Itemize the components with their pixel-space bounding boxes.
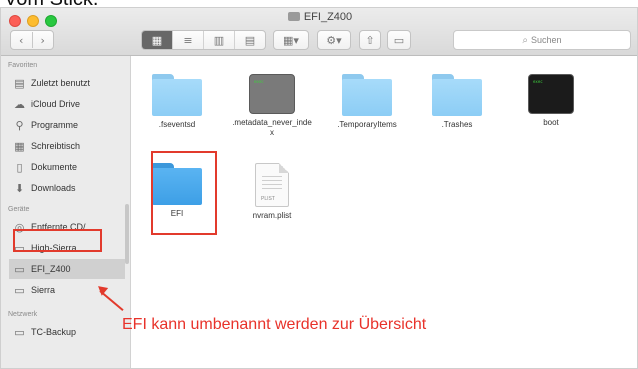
grid-icon: ▦	[151, 33, 163, 47]
file-item[interactable]: PLIST nvram.plist	[231, 163, 313, 221]
highlight-box-sidebar	[13, 229, 102, 252]
file-item[interactable]: .Trashes	[416, 74, 498, 130]
drive-icon	[287, 12, 300, 21]
drive-icon: ▭	[14, 283, 25, 297]
search-placeholder: Suchen	[531, 35, 562, 45]
file-item[interactable]: .fseventsd	[136, 74, 218, 130]
sidebar-item-tc-backup[interactable]: ▭ TC-Backup	[13, 322, 127, 342]
sidebar: Favoriten ▤ Zuletzt benutzt ☁ iCloud Dri…	[1, 56, 131, 368]
sidebar-item-recent[interactable]: ▤ Zuletzt benutzt	[13, 73, 127, 93]
action-button[interactable]: ⚙▾	[317, 30, 351, 50]
sidebar-section-favorites: Favoriten	[8, 62, 38, 69]
desktop-icon: ▦	[14, 139, 25, 153]
list-icon: ≡	[183, 33, 193, 47]
list-view-button[interactable]: ≡	[173, 31, 204, 49]
sidebar-item-efi-z400[interactable]: ▭ EFI_Z400	[9, 259, 125, 279]
sidebar-item-icloud[interactable]: ☁ iCloud Drive	[13, 94, 127, 114]
finder-window: EFI_Z400 ‹ › ▦ ≡ ▥ ▤ ▦▾ ⚙▾ ⇧ ▭ ⌕ Suchen	[0, 7, 638, 369]
view-mode-group: ▦ ≡ ▥ ▤	[141, 30, 266, 50]
folder-icon	[342, 74, 392, 116]
file-item[interactable]: .TemporaryItems	[326, 74, 408, 130]
applications-icon: ⚲	[15, 118, 24, 132]
nav-button-group: ‹ ›	[10, 30, 54, 50]
document-icon: ▯	[16, 160, 23, 174]
window-title: EFI_Z400	[1, 11, 637, 23]
back-button[interactable]: ‹	[11, 34, 32, 47]
sidebar-item-applications[interactable]: ⚲ Programme	[13, 115, 127, 135]
clock-icon: ▤	[14, 76, 25, 90]
share-button[interactable]: ⇧	[359, 30, 381, 50]
column-view-button[interactable]: ▥	[204, 31, 235, 49]
sidebar-item-downloads[interactable]: ⬇ Downloads	[13, 178, 127, 198]
titlebar: EFI_Z400 ‹ › ▦ ≡ ▥ ▤ ▦▾ ⚙▾ ⇧ ▭ ⌕ Suchen	[1, 8, 637, 56]
tags-button[interactable]: ▭	[387, 30, 411, 50]
columns-icon: ▥	[213, 33, 225, 47]
icon-view-button[interactable]: ▦	[142, 31, 173, 49]
share-icon: ⇧	[365, 33, 375, 47]
drive-icon: ▭	[14, 262, 25, 276]
cover-flow-button[interactable]: ▤	[235, 31, 265, 49]
search-field[interactable]: ⌕ Suchen	[453, 30, 631, 50]
forward-button[interactable]: ›	[33, 34, 54, 47]
file-item[interactable]: exec boot	[510, 74, 592, 128]
sidebar-section-network: Netzwerk	[8, 311, 38, 318]
gear-icon: ⚙▾	[326, 33, 342, 47]
network-drive-icon: ▭	[14, 325, 25, 339]
annotation-text: EFI kann umbenannt werden zur Übersicht	[122, 316, 427, 333]
executable-icon: exec	[528, 74, 574, 114]
cloud-icon: ☁	[14, 97, 25, 111]
sidebar-scrollbar[interactable]	[125, 204, 129, 264]
sidebar-item-documents[interactable]: ▯ Dokumente	[13, 157, 127, 177]
arrange-icon: ▦▾	[283, 33, 299, 47]
arrange-button[interactable]: ▦▾	[273, 30, 309, 50]
sidebar-section-devices: Geräte	[8, 206, 30, 213]
file-item[interactable]: exec .metadata_never_index	[231, 74, 313, 138]
folder-icon	[152, 74, 202, 116]
plist-file-icon: PLIST	[255, 163, 289, 207]
highlight-box-efi-folder	[151, 151, 217, 235]
sidebar-item-desktop[interactable]: ▦ Schreibtisch	[13, 136, 127, 156]
folder-icon	[432, 74, 482, 116]
search-icon: ⌕	[522, 34, 529, 46]
download-icon: ⬇	[14, 181, 25, 195]
cover-flow-icon: ▤	[244, 33, 256, 47]
tag-icon: ▭	[393, 33, 405, 47]
executable-icon: exec	[249, 74, 295, 114]
